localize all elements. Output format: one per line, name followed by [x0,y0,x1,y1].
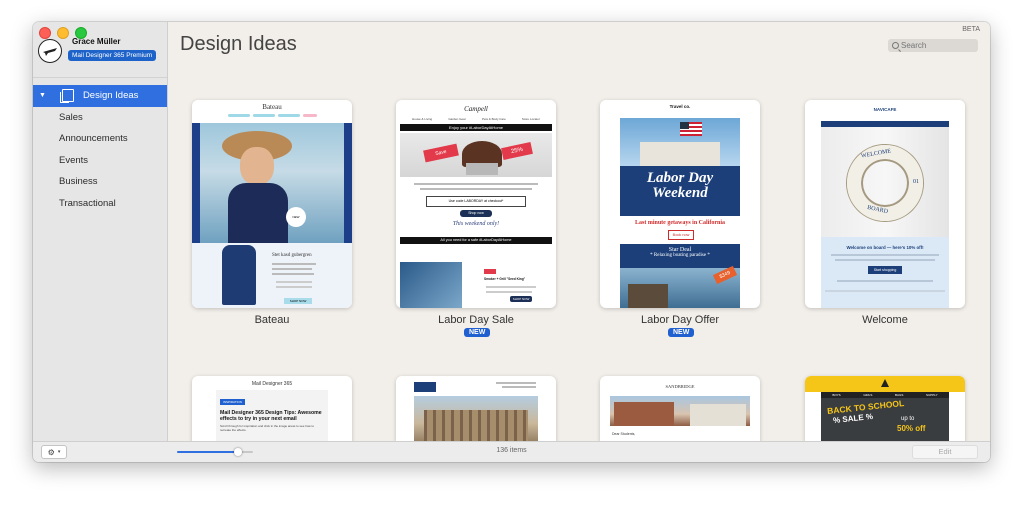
card-label-labor-day-sale: Labor Day Sale [438,314,514,326]
main-area: BETA Design Ideas Bateau NEW [168,22,990,442]
brand-name: Travel co. [669,104,691,109]
deal-subtitle: * Relaxing boating paradise * [650,253,710,258]
account-info[interactable]: Grace Müller Mail Designer 365 Premium [38,37,163,63]
promo-code: Use code LABORDAY at checkout* [426,196,526,207]
page-title: Design Ideas [180,33,297,55]
tips-title: Mail Designer 365 Design Tips: Awesome e… [220,410,322,422]
sidebar-nav: ▼ Design Ideas Sales Announcements Event… [33,85,167,214]
sidebar-item-sales[interactable]: Sales [33,107,167,129]
sidebar-item-events[interactable]: Events [33,150,167,172]
minimize-button[interactable] [57,27,69,39]
sidebar-item-announcements[interactable]: Announcements [33,128,167,150]
app-window: Grace Müller Mail Designer 365 Premium ▼… [33,22,990,462]
flag-photo [620,118,740,166]
hero-line2: Weekend [652,185,708,201]
chalkboard: BACK TO SCHOOL % SALE % up to 50% off [821,398,949,442]
item-shop-button: SHOP NOW [510,296,532,302]
card-label-bateau: Bateau [254,314,290,326]
sidebar-item-label: Design Ideas [82,90,139,101]
close-button[interactable] [39,27,51,39]
search-input[interactable] [901,41,971,50]
lifebuoy-photo: WELCOME BOARD 01 [821,127,949,237]
book-now-button: Book now [668,230,694,240]
price-tag: $349 [712,265,738,285]
new-badge: NEW [464,328,491,337]
brand-name: Mail Designer 365 [251,381,293,387]
edit-button[interactable]: Edit [912,445,978,459]
hero-cupcake: Save 25% [400,133,552,177]
nav-pills [192,114,352,117]
shop-now-button: Shop now [460,210,492,217]
card-label-welcome: Welcome [862,314,908,326]
nav-links: House & Living Garden Gear Pets & Body Car… [412,117,540,121]
campus-photo [610,396,750,426]
greeting: Dear Students, [612,432,636,436]
sidebar: Grace Müller Mail Designer 365 Premium ▼… [33,22,168,442]
inspiration-tag: INSPIRATION [220,399,245,405]
star-deal-banner: Star Deal * Relaxing boating paradise * [620,244,740,268]
yellow-header [805,376,965,392]
boat-photo: $349 [620,265,740,308]
template-card-college[interactable] [396,376,556,442]
college-photo [414,396,538,442]
tips-body: Scroll through for inspiration and click… [220,424,315,432]
bottom-bar: ⚙ ▾ 136 items Edit [33,441,990,462]
bottom-banner: All you need for a safe #LaborDayAtHome [400,237,552,244]
brand-name: NAVICAFE [873,107,897,112]
template-card-back-to-school[interactable]: BOYS GIRLS BAGS SUPPLY BACK TO SCHOOL % … [805,376,965,442]
plan-badge: Mail Designer 365 Premium [68,50,157,61]
sidebar-divider [33,77,167,78]
product-section: Stet kasd gubergren SHOP NOW [192,243,352,308]
grill-photo [400,262,462,308]
hero-banner: Labor Day Weekend [620,166,740,216]
upto-text: up to [901,416,915,422]
brand-name: Campell [464,105,488,113]
pages-icon [59,89,74,104]
hero-photo: NEW [192,123,352,243]
greeting: Welcome on board — here's 10% off! [846,245,924,250]
discount-text: 50% off [897,424,926,433]
template-card-labor-day-offer[interactable]: Travel co. Labor Day Weekend Last minute… [600,100,760,308]
template-card-sandbridge[interactable]: SANDBRIDGE Dear Students, [600,376,760,442]
new-badge: NEW [668,328,695,337]
template-card-design-tips[interactable]: Mail Designer 365 INSPIRATION Mail Desig… [192,376,352,442]
tagline: This weekend only! [452,221,500,227]
brand-name: Bateau [262,103,282,111]
subtitle: Last minute getaways in California [635,220,725,226]
search-icon [892,42,899,49]
sidebar-item-transactional[interactable]: Transactional [33,193,167,215]
template-card-bateau[interactable]: Bateau NEW Stet kasd gubergren SHOP NOW [192,100,352,308]
item-title: Smoker + Grill "Seed King" [484,277,526,281]
sidebar-item-business[interactable]: Business [33,171,167,193]
shop-now-button: SHOP NOW [284,298,312,304]
welcome-section: Welcome on board — here's 10% off! Start… [821,237,949,308]
tips-header: INSPIRATION Mail Designer 365 Design Tip… [216,390,328,442]
beta-label: BETA [962,26,980,33]
template-card-welcome[interactable]: NAVICAFE WELCOME BOARD 01 Welcome on boa… [805,100,965,308]
airplane-icon [38,39,62,63]
start-shopping-button: Start shopping [868,266,902,274]
item-count: 136 items [496,447,527,454]
ring-number: 01 [913,179,919,185]
account-name: Grace Müller [72,37,121,46]
template-card-labor-day-sale[interactable]: Campell House & Living Garden Gear Pets & … [396,100,556,308]
search-field[interactable] [888,39,978,52]
brand-name: SANDBRIDGE [665,384,695,389]
sidebar-item-design-ideas[interactable]: ▼ Design Ideas [33,85,167,107]
product-heading: Stet kasd gubergren [272,253,312,258]
top-banner: Enjoy your #LaborDayAtHome [400,124,552,131]
disclosure-triangle-icon[interactable]: ▼ [39,85,46,107]
card-label-labor-day-offer: Labor Day Offer [640,314,720,326]
